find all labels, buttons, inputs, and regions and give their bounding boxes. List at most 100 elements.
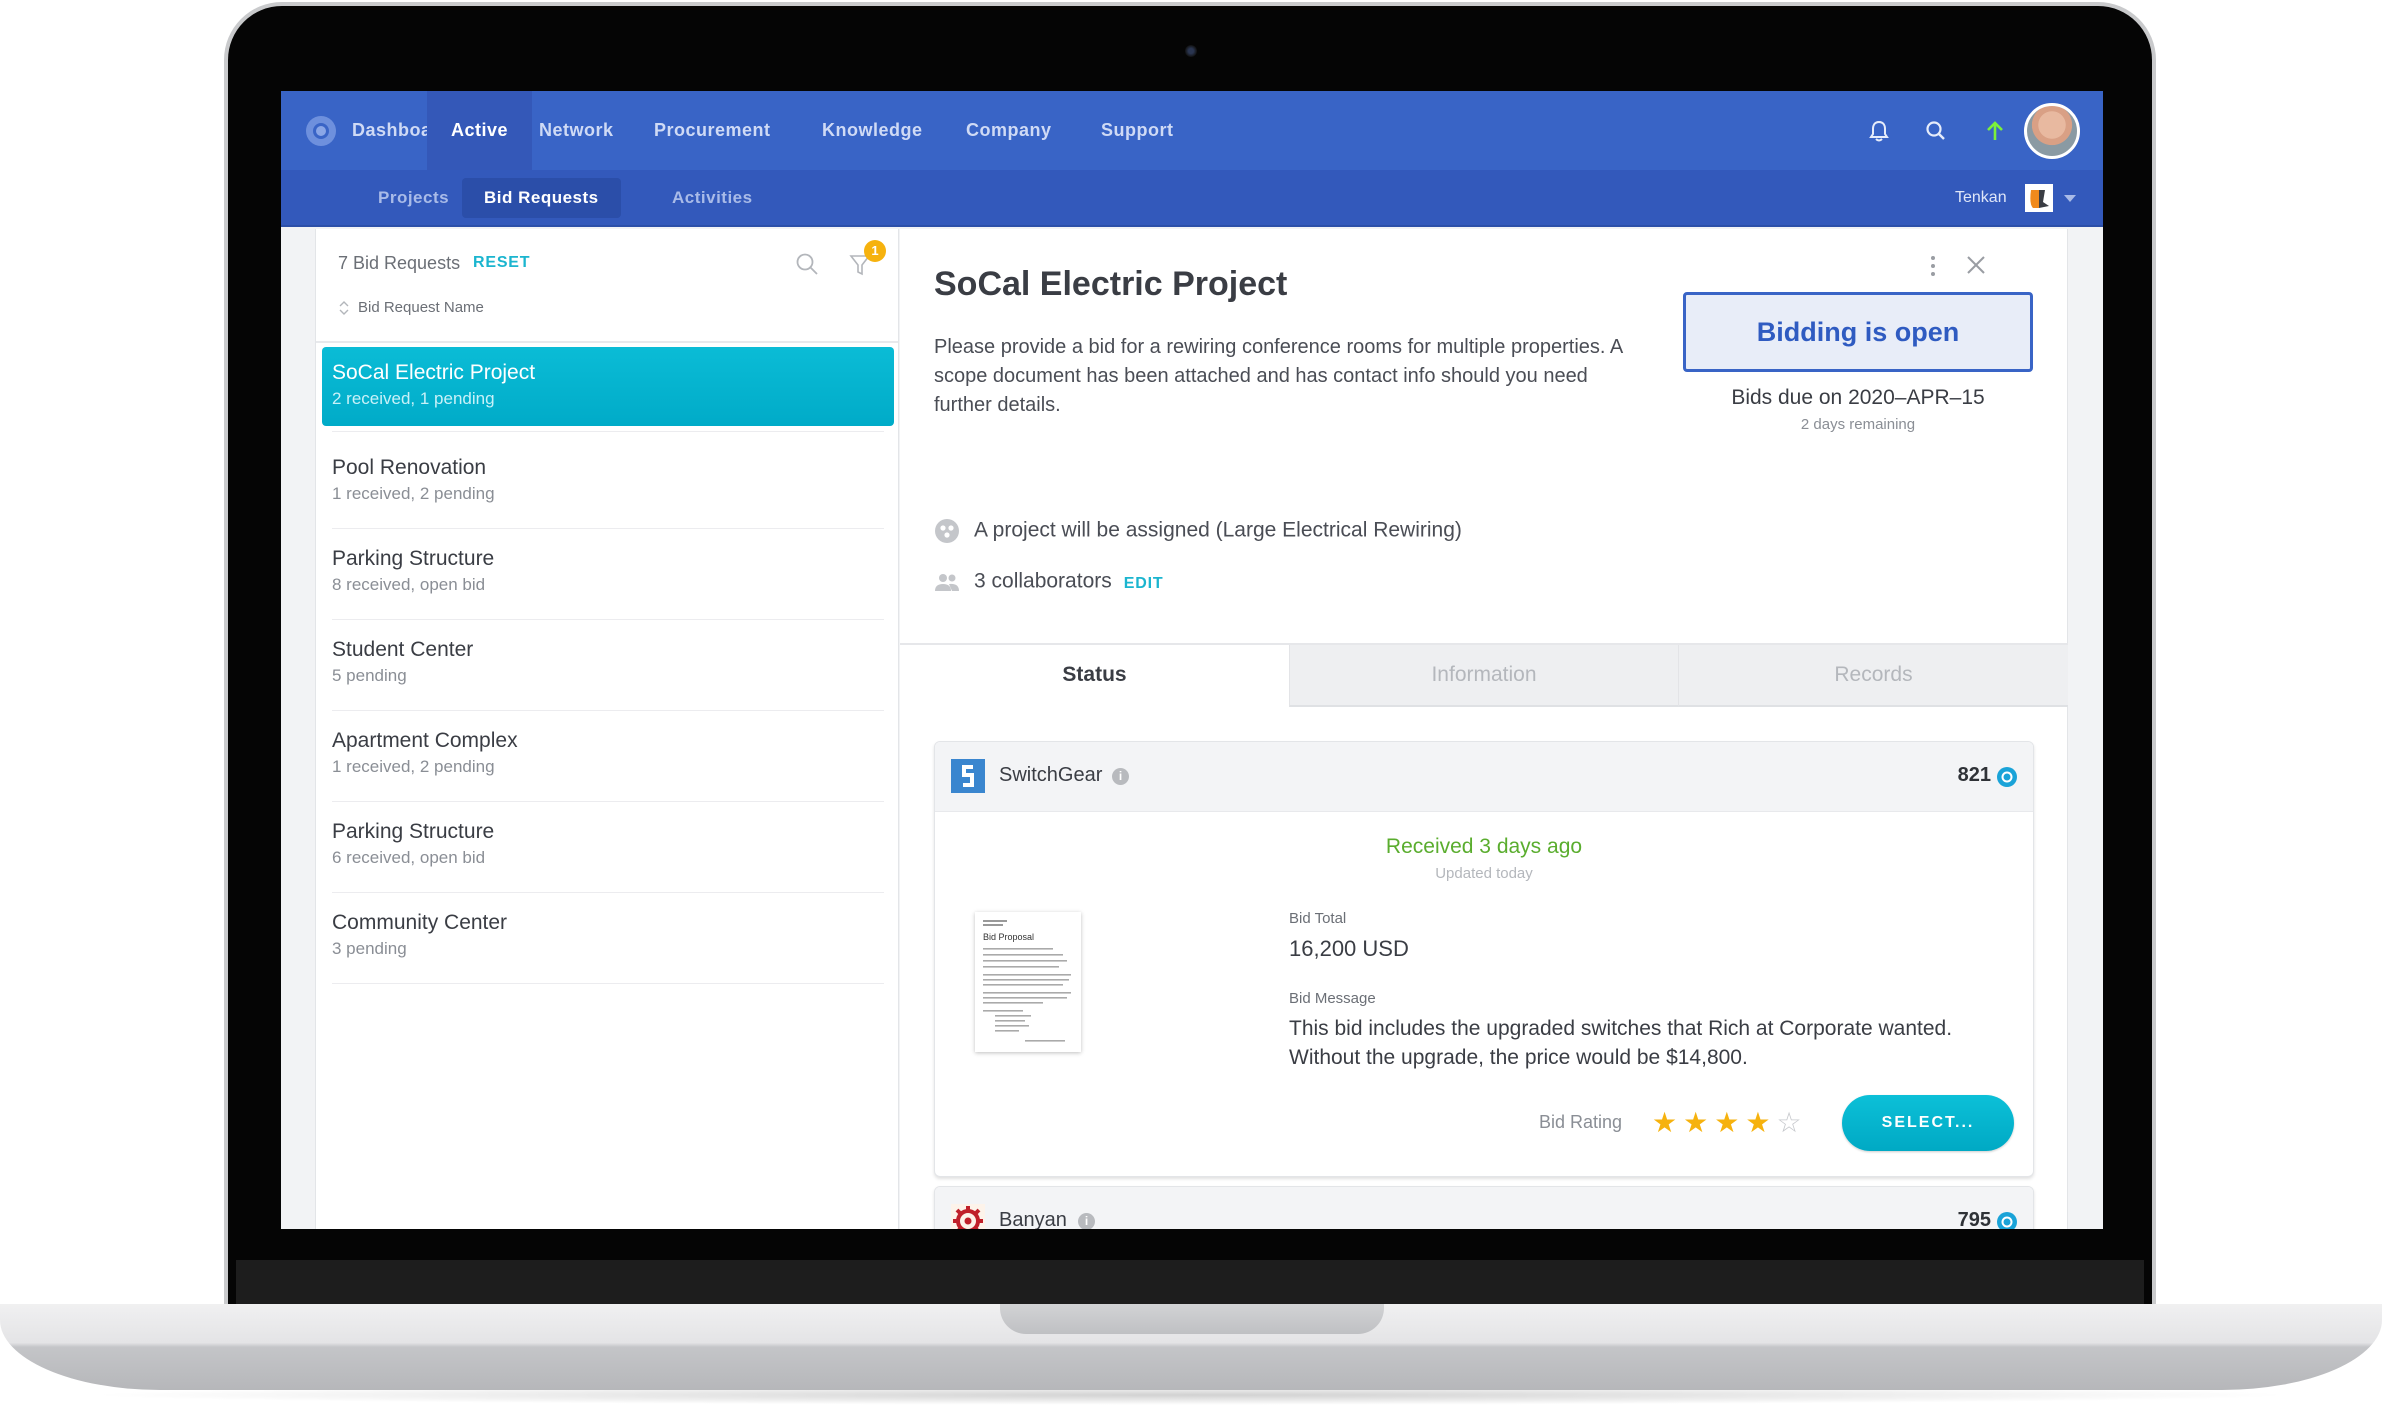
tab-records[interactable]: Records (1678, 645, 2068, 707)
banyan-logo-icon (951, 1204, 985, 1229)
bid-card: Banyan i 795 Received yesterday Updated … (934, 1186, 2034, 1229)
list-item[interactable]: Parking Structure 6 received, open bid (322, 802, 894, 893)
sort-by-name-header[interactable]: Bid Request Name (338, 299, 484, 317)
star-empty-icon[interactable]: ☆ (1776, 1107, 1807, 1138)
company-name[interactable]: SwitchGear (999, 764, 1102, 787)
score-badge-icon (1997, 767, 2017, 787)
top-nav: Dashboard Active Network Procurement Kno… (281, 91, 2103, 170)
bidding-status-badge[interactable]: Bidding is open (1683, 292, 2033, 372)
switchgear-logo-icon (951, 759, 985, 793)
select-bid-button[interactable]: SELECT... (1842, 1095, 2014, 1151)
list-item-subtitle: 5 pending (332, 666, 407, 685)
tab-status[interactable]: Status (900, 645, 1289, 707)
nav-procurement[interactable]: Procurement (630, 91, 795, 170)
bid-total-label: Bid Total (1289, 910, 1347, 927)
nav-company[interactable]: Company (942, 91, 1076, 170)
laptop-notch (1000, 1304, 1384, 1334)
close-icon[interactable] (1965, 254, 1987, 276)
sort-icon (339, 301, 349, 316)
star-filled-icon[interactable]: ★ (1683, 1107, 1714, 1138)
org-dropdown-chevron-icon[interactable] (2064, 195, 2076, 202)
list-item-subtitle: 2 received, 1 pending (332, 389, 495, 408)
collaborators-row: 3 collaborators EDIT (934, 569, 1163, 595)
bid-request-detail-panel: SoCal Electric Project Please provide a … (900, 229, 2068, 1229)
star-filled-icon[interactable]: ★ (1652, 1107, 1683, 1138)
score-badge-icon (1997, 1212, 2017, 1229)
list-item-title: Student Center (332, 638, 474, 661)
days-remaining: 2 days remaining (1800, 416, 1916, 433)
edit-collaborators-link[interactable]: EDIT (1124, 575, 1164, 592)
filter-count-badge: 1 (864, 240, 886, 262)
list-item[interactable]: Apartment Complex 1 received, 2 pending (322, 711, 894, 802)
bid-request-count: 7 Bid Requests (338, 253, 461, 273)
bid-card-header: Banyan i 795 (935, 1187, 2033, 1229)
bid-request-items: SoCal Electric Project 2 received, 1 pen… (322, 347, 894, 984)
bid-total-value: 16,200 USD (1289, 936, 1409, 961)
camera-icon (1185, 45, 1197, 57)
doc-title: Bid Proposal (983, 932, 1034, 942)
laptop-chin (236, 1260, 2144, 1306)
bid-rating-label: Bid Rating (1539, 1112, 1623, 1132)
tab-projects[interactable]: Projects (356, 178, 471, 218)
list-item-subtitle: 6 received, open bid (332, 848, 486, 867)
company-score: 821 (1957, 764, 1991, 786)
tab-activities[interactable]: Activities (650, 178, 775, 218)
reset-filters-link[interactable]: RESET (473, 254, 530, 272)
bids-due-date: Bids due on 2020–APR–15 (1731, 386, 1985, 409)
more-options-icon[interactable] (1928, 253, 1938, 279)
company-score: 795 (1957, 1209, 1991, 1229)
page-title: SoCal Electric Project (934, 265, 1288, 303)
list-item[interactable]: Parking Structure 8 received, open bid (322, 529, 894, 620)
list-item-title: Apartment Complex (332, 729, 518, 752)
bid-card: SwitchGear i 821 Received 3 days ago Upd… (934, 741, 2034, 1177)
star-filled-icon[interactable]: ★ (1745, 1107, 1776, 1138)
arrow-up-icon[interactable] (1981, 117, 2009, 145)
bid-message-label: Bid Message (1289, 990, 1376, 1007)
project-icon (935, 519, 959, 543)
nav-support[interactable]: Support (1077, 91, 1198, 170)
project-assignment-text: A project will be assigned (Large Electr… (974, 518, 1462, 542)
list-item[interactable]: Student Center 5 pending (322, 620, 894, 711)
sort-label: Bid Request Name (358, 299, 484, 316)
org-name[interactable]: Tenkan (1955, 189, 2007, 207)
bell-icon[interactable] (1865, 117, 1893, 145)
list-item[interactable]: Pool Renovation 1 received, 2 pending (322, 438, 894, 529)
avatar[interactable] (2024, 103, 2080, 159)
company-name[interactable]: Banyan (999, 1209, 1067, 1229)
app-screen: Dashboard Active Network Procurement Kno… (281, 91, 2103, 1229)
bid-request-description: Please provide a bid for a rewiring conf… (934, 336, 1623, 416)
bid-rating-stars[interactable]: ★★★★☆ (1652, 1106, 1808, 1139)
list-item-title: Parking Structure (332, 820, 495, 843)
list-item-subtitle: 8 received, open bid (332, 575, 486, 594)
list-item[interactable]: Community Center 3 pending (322, 893, 894, 984)
tab-bid-requests[interactable]: Bid Requests (462, 178, 621, 218)
list-item[interactable]: SoCal Electric Project 2 received, 1 pen… (322, 347, 894, 432)
nav-network[interactable]: Network (515, 91, 638, 170)
info-icon[interactable]: i (1112, 768, 1129, 785)
collaborators-count: 3 collaborators (974, 569, 1112, 593)
search-icon[interactable] (1922, 117, 1950, 145)
bid-message: This bid includes the upgraded switches … (1289, 1017, 1953, 1069)
nav-knowledge[interactable]: Knowledge (798, 91, 947, 170)
list-item-subtitle: 1 received, 2 pending (332, 757, 495, 776)
list-item-title: SoCal Electric Project (332, 361, 536, 384)
list-item-subtitle: 1 received, 2 pending (332, 484, 495, 503)
info-icon[interactable]: i (1078, 1213, 1095, 1229)
bid-card-header: SwitchGear i 821 (935, 742, 2033, 812)
list-divider (316, 341, 898, 343)
people-icon (935, 574, 959, 591)
sub-nav: Projects Bid Requests Activities Tenkan (281, 170, 2103, 227)
star-filled-icon[interactable]: ★ (1714, 1107, 1745, 1138)
list-search-icon[interactable] (794, 251, 820, 277)
tab-information[interactable]: Information (1289, 645, 1678, 707)
list-item-title: Parking Structure (332, 547, 495, 570)
list-item-title: Community Center (332, 911, 508, 934)
project-assignment-row: A project will be assigned (Large Electr… (934, 518, 1462, 544)
document-preview-icon: Bid Proposal (983, 920, 1071, 1042)
bid-request-list-panel: 7 Bid Requests RESET 1 Bid Request Name … (315, 229, 899, 1229)
bid-proposal-document-thumbnail[interactable]: Bid Proposal (975, 912, 1081, 1052)
org-logo-icon[interactable] (2025, 184, 2053, 212)
list-item-title: Pool Renovation (332, 456, 487, 479)
received-status: Received 3 days ago (1385, 835, 1583, 858)
list-item-subtitle: 3 pending (332, 939, 407, 958)
